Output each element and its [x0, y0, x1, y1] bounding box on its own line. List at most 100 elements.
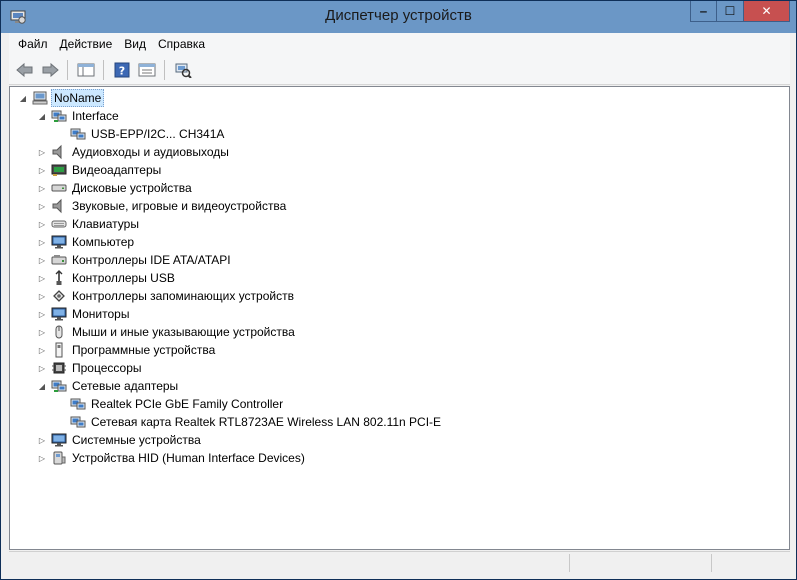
tree-node[interactable]: ◢ Сетевые адаптеры [37, 377, 180, 395]
tree-node[interactable]: ▷ Аудиовходы и аудиовыходы [37, 143, 231, 161]
tree-node[interactable]: ▷ Звуковые, игровые и видеоустройства [37, 197, 288, 215]
network-icon [51, 380, 67, 392]
tree-node[interactable]: ▷ Контроллеры IDE ATA/ATAPI [37, 251, 233, 269]
tree-node[interactable]: ▷ Мыши и иные указывающие устройства [37, 323, 297, 341]
tree-node-label[interactable]: Контроллеры запоминающих устройств [70, 288, 296, 304]
tree-node[interactable]: ▷ Клавиатуры [37, 215, 141, 233]
tree-node[interactable]: USB-EPP/I2C... CH341A [56, 125, 226, 143]
expand-arrow-icon[interactable]: ▷ [37, 233, 47, 251]
help-button[interactable]: ? [110, 58, 133, 81]
svg-text:?: ? [118, 64, 124, 77]
tree-node-label[interactable]: USB-EPP/I2C... CH341A [89, 126, 226, 142]
tree-node[interactable]: ▷ Контроллеры запоминающих устройств [37, 287, 296, 305]
minimize-button[interactable]: ‒ [690, 1, 717, 22]
tree-node-label[interactable]: Звуковые, игровые и видеоустройства [70, 198, 288, 214]
speaker-icon [52, 198, 62, 214]
tree-node[interactable]: ▷ Мониторы [37, 305, 131, 323]
monitor-icon [51, 433, 67, 447]
network-icon [51, 110, 67, 122]
collapse-arrow-icon[interactable]: ◢ [18, 89, 28, 107]
expand-arrow-icon[interactable]: ▷ [37, 287, 47, 305]
title-bar[interactable]: Диспетчер устройств ‒ ☐ ✕ [1, 1, 796, 33]
network-device-icon [70, 416, 86, 428]
back-button[interactable] [13, 58, 36, 81]
tree-node[interactable]: ◢ Interface [37, 107, 121, 125]
tree-node[interactable]: ▷ Процессоры [37, 359, 144, 377]
back-icon [15, 62, 32, 77]
expand-arrow-icon[interactable]: ▷ [37, 431, 47, 449]
scan-hardware-button[interactable] [171, 58, 194, 81]
expand-arrow-icon[interactable]: ▷ [37, 215, 47, 233]
status-pane [569, 554, 570, 572]
tree-node-label[interactable]: Мыши и иные указывающие устройства [70, 324, 297, 340]
tree-node-label[interactable]: Мониторы [70, 306, 131, 322]
tree-root-label[interactable]: NoName [51, 89, 105, 107]
close-button[interactable]: ✕ [744, 1, 790, 22]
tree-node[interactable]: ▷ Системные устройства [37, 431, 203, 449]
tree-node-label[interactable]: Видеоадаптеры [70, 162, 163, 178]
tree-node[interactable]: ▷ Программные устройства [37, 341, 217, 359]
tree-node-label[interactable]: Программные устройства [70, 342, 217, 358]
expand-arrow-icon[interactable]: ▷ [37, 359, 47, 377]
tree-node-label[interactable]: Системные устройства [70, 432, 203, 448]
tree-node-label[interactable]: Контроллеры IDE ATA/ATAPI [70, 252, 233, 268]
expand-arrow-icon[interactable]: ▷ [37, 449, 47, 467]
tree-node-label[interactable]: Дисковые устройства [70, 180, 194, 196]
expand-arrow-icon[interactable]: ▷ [37, 341, 47, 359]
show-hide-console-tree-button[interactable] [74, 58, 97, 81]
window-client-area: Файл Действие Вид Справка ? ◢ NoName ◢ I… [9, 33, 790, 573]
properties-button[interactable] [135, 58, 158, 81]
tree-node-label[interactable]: Interface [70, 108, 121, 124]
menu-help[interactable]: Справка [152, 37, 211, 51]
collapse-arrow-icon[interactable]: ◢ [37, 107, 47, 125]
tree-node-label[interactable]: Аудиовходы и аудиовыходы [70, 144, 231, 160]
device-tree[interactable]: ◢ NoName ◢ Interface USB-EPP/I2C... CH341A… [9, 86, 790, 550]
tree-node[interactable]: ▷ Дисковые устройства [37, 179, 194, 197]
expand-arrow-icon[interactable]: ▷ [37, 197, 47, 215]
status-pane [711, 554, 712, 572]
tree-node-label[interactable]: Сетевая карта Realtek RTL8723AE Wireless… [89, 414, 443, 430]
expander-placeholder [56, 395, 66, 413]
expand-arrow-icon[interactable]: ▷ [37, 161, 47, 179]
usb-icon [55, 270, 63, 285]
tree-node[interactable]: ▷ Устройства HID (Human Interface Devices… [37, 449, 307, 467]
expand-arrow-icon[interactable]: ▷ [37, 179, 47, 197]
menu-action[interactable]: Действие [54, 37, 119, 51]
device-manager-window: Диспетчер устройств ‒ ☐ ✕ Файл Действие … [0, 0, 797, 580]
storage-controller-icon [53, 290, 65, 302]
tree-root[interactable]: ◢ NoName [18, 89, 105, 107]
expand-arrow-icon[interactable]: ▷ [37, 269, 47, 287]
network-device-icon [70, 398, 86, 410]
tree-node-label[interactable]: Realtek PCIe GbE Family Controller [89, 396, 285, 412]
ide-controller-icon [51, 255, 67, 265]
network-device-icon [70, 128, 86, 140]
keyboard-icon [51, 220, 67, 228]
expand-arrow-icon[interactable]: ▷ [37, 143, 47, 161]
software-device-icon [55, 342, 63, 358]
menu-view[interactable]: Вид [118, 37, 152, 51]
expand-arrow-icon[interactable]: ▷ [37, 323, 47, 341]
monitor-icon [51, 307, 67, 321]
tree-node-label[interactable]: Устройства HID (Human Interface Devices) [70, 450, 307, 466]
tree-node[interactable]: ▷ Контроллеры USB [37, 269, 177, 287]
tree-node-label[interactable]: Контроллеры USB [70, 270, 177, 286]
tree-node-label[interactable]: Компьютер [70, 234, 136, 250]
toolbar: ? [9, 55, 790, 85]
tree-node-label[interactable]: Процессоры [70, 360, 144, 376]
tree-node[interactable]: Сетевая карта Realtek RTL8723AE Wireless… [56, 413, 443, 431]
tree-node-label[interactable]: Клавиатуры [70, 216, 141, 232]
monitor-icon [51, 235, 67, 249]
forward-icon [42, 62, 59, 77]
mouse-icon [55, 325, 63, 339]
tree-node[interactable]: Realtek PCIe GbE Family Controller [56, 395, 285, 413]
tree-node-label[interactable]: Сетевые адаптеры [70, 378, 180, 394]
collapse-arrow-icon[interactable]: ◢ [37, 377, 47, 395]
display-adapter-icon [51, 164, 67, 176]
expand-arrow-icon[interactable]: ▷ [37, 251, 47, 269]
menu-file[interactable]: Файл [12, 37, 54, 51]
expand-arrow-icon[interactable]: ▷ [37, 305, 47, 323]
maximize-button[interactable]: ☐ [717, 1, 744, 22]
tree-node[interactable]: ▷ Компьютер [37, 233, 136, 251]
tree-node[interactable]: ▷ Видеоадаптеры [37, 161, 163, 179]
forward-button[interactable] [38, 58, 61, 81]
